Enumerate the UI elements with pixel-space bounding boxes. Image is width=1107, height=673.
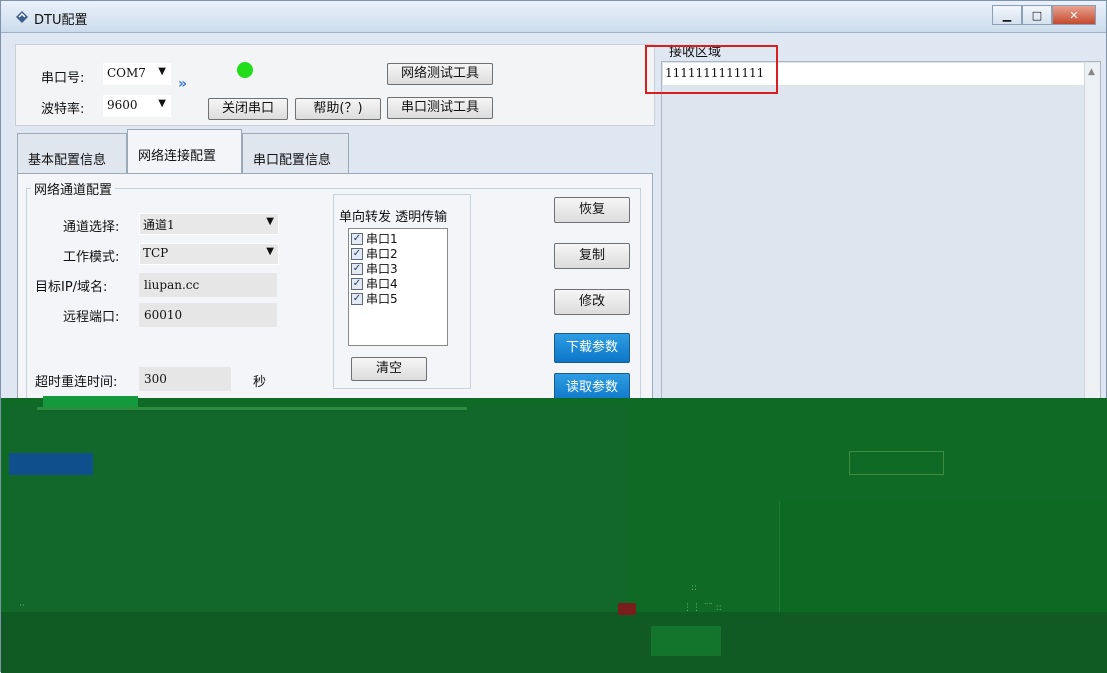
network-group-title: 网络通道配置: [31, 179, 116, 198]
checkbox-checked-icon[interactable]: ✓: [351, 247, 363, 260]
serial-checkbox-item[interactable]: ✓ 串口4: [351, 276, 445, 291]
target-label: 目标IP/域名:: [35, 280, 108, 295]
serial-test-button[interactable]: 串口测试工具: [387, 97, 493, 119]
scroll-up-icon[interactable]: ▲: [1088, 67, 1095, 77]
serial-checkbox-item[interactable]: ✓ 串口5: [351, 291, 445, 306]
serial-checkbox-list: ✓ 串口1 ✓ 串口2 ✓ 串口3 ✓ 串口4 ✓ 串口5: [348, 228, 448, 346]
channel-label: 通道选择:: [63, 220, 120, 235]
checkbox-checked-icon[interactable]: ✓: [351, 277, 363, 290]
checkbox-checked-icon[interactable]: ✓: [351, 292, 363, 305]
timeout-label: 超时重连时间:: [35, 375, 118, 390]
corrupted-dots: ··: [19, 601, 25, 611]
tab-serial-config[interactable]: 串口配置信息: [242, 133, 349, 174]
title-bar: DTU配置 ▁ □ ✕: [1, 1, 1106, 33]
corrupted-line: [37, 407, 467, 410]
chevron-down-icon: ▼: [266, 246, 274, 257]
window-controls: ▁ □ ✕: [992, 5, 1096, 25]
corrupted-dots: ⋮⋮ ¨¨ ::: [683, 603, 722, 613]
net-test-button[interactable]: 网络测试工具: [387, 63, 493, 85]
corrupted-red-mark: [618, 603, 636, 615]
minimize-button[interactable]: ▁: [992, 5, 1022, 25]
receive-panel: [661, 61, 1101, 401]
serial-checkbox-item[interactable]: ✓ 串口2: [351, 246, 445, 261]
highlight-box: [645, 45, 778, 94]
close-icon: ✕: [1069, 8, 1079, 22]
expand-chevron-icon[interactable]: »: [178, 76, 187, 92]
tab-network-config[interactable]: 网络连接配置: [127, 129, 242, 175]
baud-select[interactable]: 9600 ▼: [103, 95, 171, 117]
baud-value: 9600: [107, 98, 138, 112]
clear-button[interactable]: 清空: [351, 357, 427, 381]
close-port-button[interactable]: 关闭串口: [208, 98, 288, 120]
connection-status-indicator: [237, 62, 253, 78]
corrupted-dots: ::: [691, 583, 698, 593]
receive-scrollbar[interactable]: [1084, 63, 1100, 399]
chevron-down-icon: ▼: [266, 216, 274, 227]
maximize-icon: □: [1031, 8, 1043, 22]
chevron-down-icon: ▼: [158, 66, 166, 77]
checkbox-checked-icon[interactable]: ✓: [351, 232, 363, 245]
chevron-down-icon: ▼: [158, 98, 166, 109]
minimize-icon: ▁: [1002, 8, 1012, 22]
close-button[interactable]: ✕: [1052, 5, 1096, 25]
port-label: 串口号:: [41, 71, 85, 86]
channel-value: 通道1: [143, 218, 175, 232]
target-input[interactable]: liupan.cc: [139, 273, 277, 297]
serial-checkbox-item[interactable]: ✓ 串口3: [351, 261, 445, 276]
maximize-button[interactable]: □: [1022, 5, 1052, 25]
mode-value: TCP: [143, 246, 169, 260]
checkbox-checked-icon[interactable]: ✓: [351, 262, 363, 275]
corrupted-blue-strip: [9, 453, 93, 475]
corrupted-sub: [651, 626, 721, 656]
baud-label: 波特率:: [41, 102, 85, 117]
mode-label: 工作模式:: [63, 250, 120, 265]
timeout-input[interactable]: 300: [139, 367, 231, 391]
tab-basic-config[interactable]: 基本配置信息: [17, 133, 127, 174]
download-params-button[interactable]: 下载参数: [554, 333, 630, 363]
window-title: DTU配置: [34, 13, 88, 28]
mode-select[interactable]: TCP ▼: [139, 243, 279, 265]
corrupted-lower-bar: [1, 612, 1107, 673]
port-value: COM7: [107, 66, 146, 80]
corrupted-box: [849, 451, 944, 475]
timeout-unit: 秒: [253, 375, 267, 390]
channel-select[interactable]: 通道1 ▼: [139, 213, 279, 235]
remote-port-input[interactable]: 60010: [139, 303, 277, 327]
port-select[interactable]: COM7 ▼: [103, 63, 171, 85]
dtu-config-window: DTU配置 ▁ □ ✕ 串口号: COM7 ▼ » 网络测试工具 波特率: 96…: [0, 0, 1107, 673]
app-icon: [16, 11, 28, 23]
remote-port-label: 远程端口:: [63, 310, 120, 325]
modify-button[interactable]: 修改: [554, 289, 630, 315]
serial-item-label: 串口5: [366, 292, 398, 306]
restore-button[interactable]: 恢复: [554, 197, 630, 223]
help-button[interactable]: 帮助(？): [295, 98, 381, 120]
serial-checkbox-item[interactable]: ✓ 串口1: [351, 231, 445, 246]
copy-button[interactable]: 复制: [554, 243, 630, 269]
forward-title: 单向转发 透明传输: [339, 210, 448, 225]
